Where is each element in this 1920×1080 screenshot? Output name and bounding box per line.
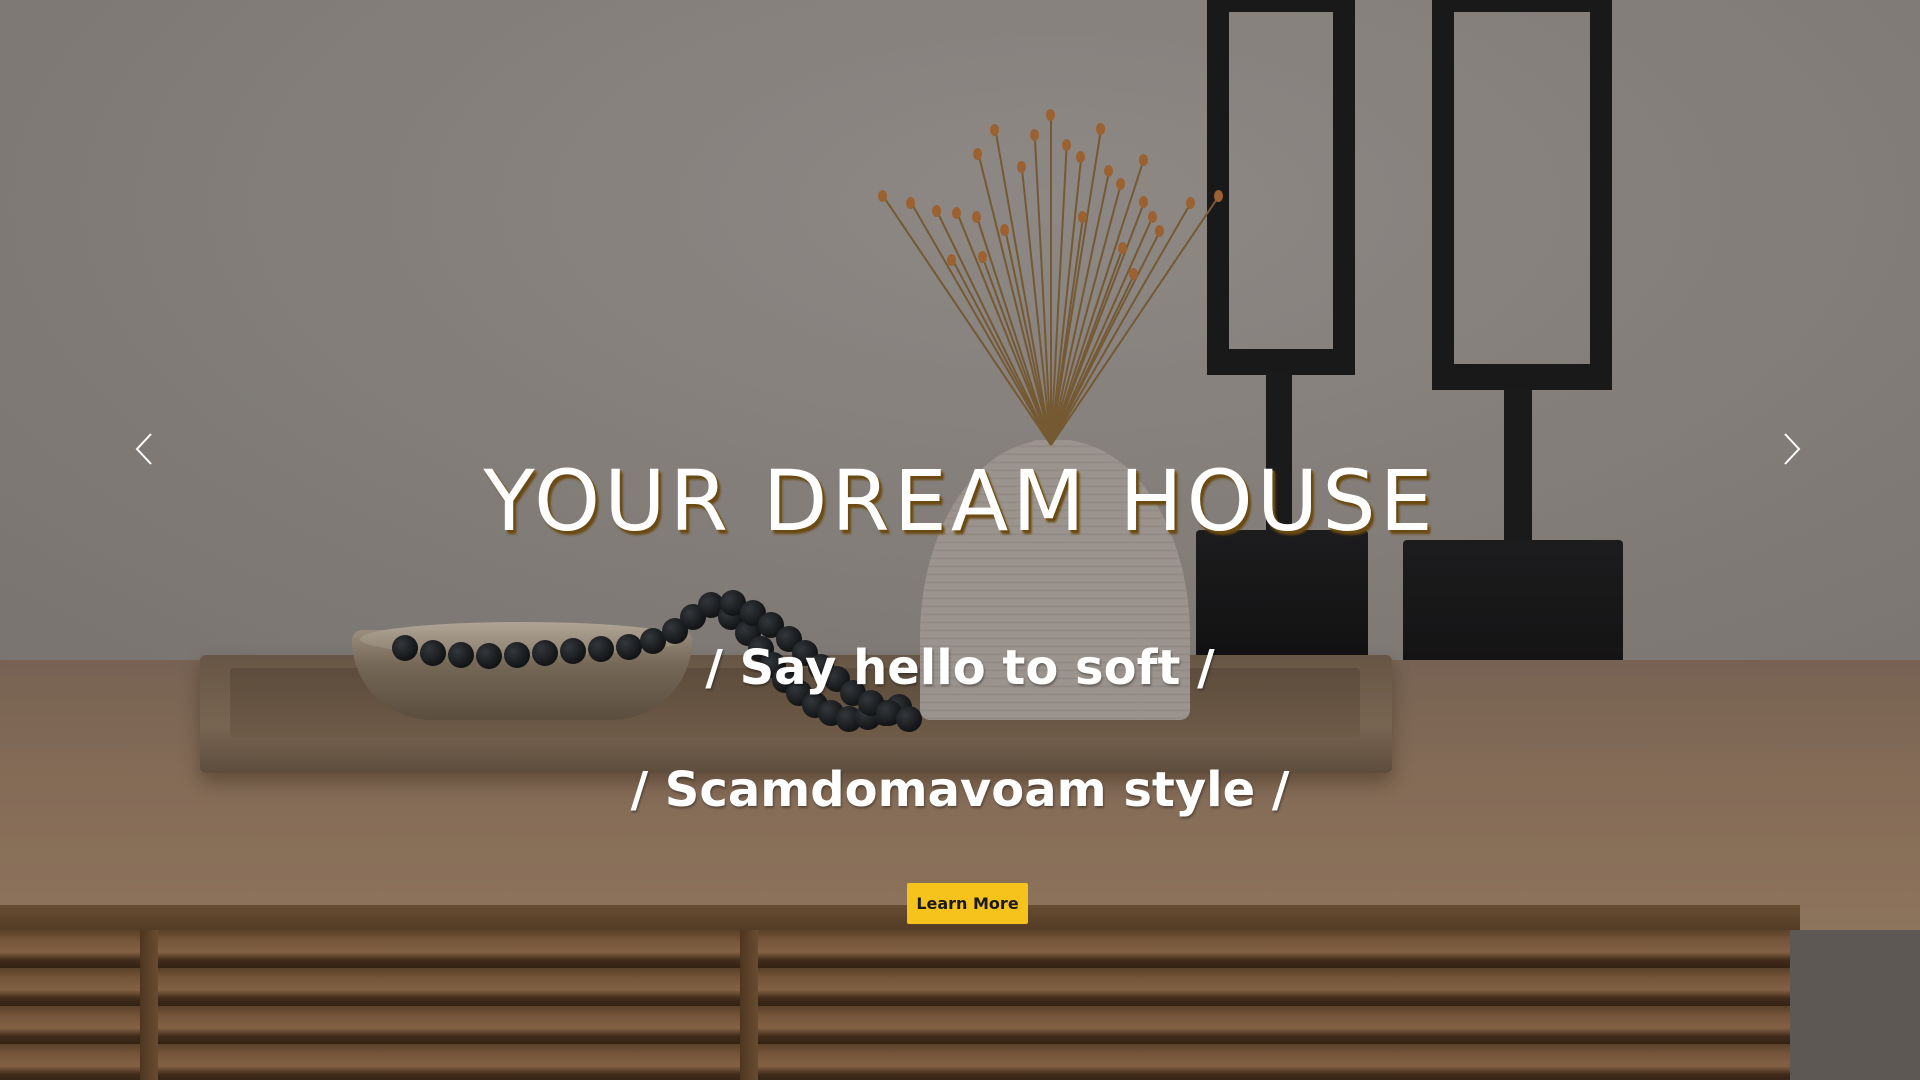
hero-slider: YOUR DREAM HOUSE / Say hello to soft / /… [0, 0, 1920, 1080]
hero-subtitle-2: / Scamdomavoam style / [630, 762, 1290, 818]
hero-content: YOUR DREAM HOUSE / Say hello to soft / /… [0, 0, 1920, 1080]
hero-subtitle-1: / Say hello to soft / [705, 640, 1215, 696]
learn-more-button[interactable]: Learn More [907, 883, 1028, 924]
hero-title: YOUR DREAM HOUSE [483, 452, 1437, 550]
